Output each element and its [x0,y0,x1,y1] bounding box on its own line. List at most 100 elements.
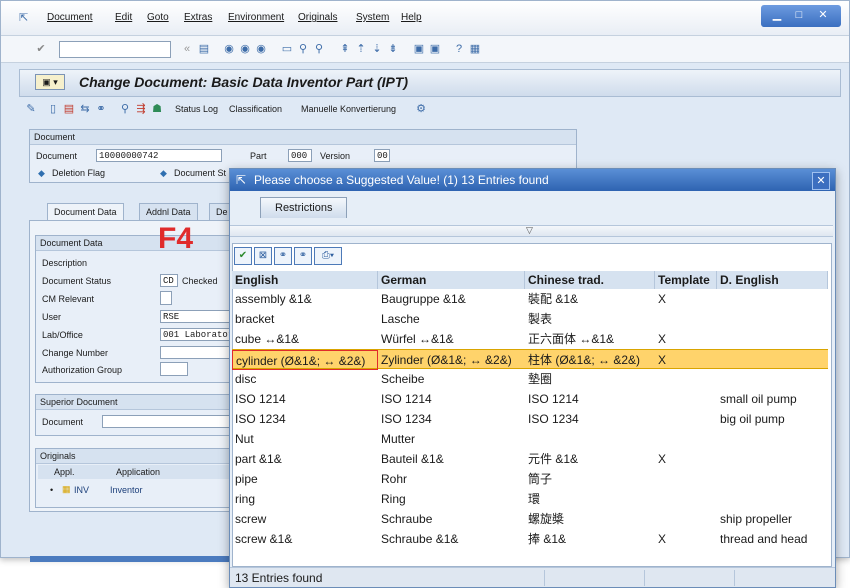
table-row[interactable]: ISO 1234 ISO 1234 ISO 1234 big oil pump [232,409,828,429]
column-header-d-english[interactable]: D. English [717,271,828,289]
cell-english[interactable]: cylinder (Ø&1&; ↔ &2&) [232,350,378,370]
cancel-icon[interactable]: ⊠ [254,247,272,265]
cell-d-english[interactable]: ship propeller [717,509,828,529]
cell-template[interactable] [655,309,717,329]
cell-d-english[interactable] [717,449,828,469]
object-links-icon[interactable]: ⇶ [135,103,147,115]
table-row[interactable]: ISO 1214 ISO 1214 ISO 1214 small oil pump [232,389,828,409]
print-icon[interactable]: ⎙▾ [314,247,342,265]
tab-document-data[interactable]: Document Data [47,203,124,220]
lab-office-field[interactable]: 001 Laboratory [160,328,232,341]
table-row[interactable]: part &1& Bauteil &1& 元件 &1& X [232,449,828,469]
cell-d-english[interactable] [717,309,828,329]
help-icon[interactable]: ? [453,43,465,55]
table-row[interactable]: disc Scheibe 墊圈 [232,369,828,389]
cell-template[interactable]: X [655,350,717,370]
cell-chinese[interactable]: 環 [525,489,655,509]
maximize-icon[interactable]: □ [791,8,807,22]
column-header-english[interactable]: English [232,271,378,289]
table-row[interactable]: ring Ring 環 [232,489,828,509]
column-header-chinese[interactable]: Chinese trad. [525,271,655,289]
cell-chinese[interactable]: 捧 &1& [525,529,655,549]
version-field[interactable]: 00 [374,149,390,162]
cell-d-english[interactable] [717,350,828,370]
menu-goto[interactable]: Goto [147,12,169,23]
menu-document[interactable]: Document [47,12,93,23]
cell-german[interactable]: Zylinder (Ø&1&; ↔ &2&) [378,350,525,370]
appl-value[interactable]: INV [74,485,89,495]
cell-english[interactable]: ISO 1234 [232,409,378,429]
conversion-icon[interactable]: ⚙ [415,103,427,115]
cell-english[interactable]: screw &1& [232,529,378,549]
cell-german[interactable]: Rohr [378,469,525,489]
structure-icon[interactable]: ☗ [151,103,163,115]
first-page-icon[interactable]: ⇞ [339,43,351,55]
cell-chinese[interactable]: 墊圈 [525,369,655,389]
table-row[interactable]: bracket Lasche 製表 [232,309,828,329]
cell-english[interactable]: part &1& [232,449,378,469]
cell-german[interactable]: Schraube &1& [378,529,525,549]
menu-environment[interactable]: Environment [228,12,284,23]
search-icon[interactable]: ⚭ [274,247,292,265]
confirm-icon[interactable]: ✔ [234,247,252,265]
cell-german[interactable]: Schraube [378,509,525,529]
cell-german[interactable]: Mutter [378,429,525,449]
table-row[interactable]: cylinder (Ø&1&; ↔ &2&) Zylinder (Ø&1&; ↔ … [232,349,828,370]
menu-extras[interactable]: Extras [184,12,212,23]
shortcut-icon[interactable]: ▣ [429,43,441,55]
enter-icon[interactable]: ✔ [35,43,47,55]
cell-template[interactable]: X [655,529,717,549]
search-next-icon[interactable]: ⚭ [294,247,312,265]
restrictions-splitter[interactable]: ▽ [230,225,833,237]
part-field[interactable]: 000 [288,149,312,162]
cell-chinese[interactable]: 柱体 (Ø&1&; ↔ &2&) [525,350,655,370]
display-change-icon[interactable]: ✎ [25,103,37,115]
cell-english[interactable]: screw [232,509,378,529]
cell-d-english[interactable]: small oil pump [717,389,828,409]
table-row[interactable]: pipe Rohr 筒子 [232,469,828,489]
cell-template[interactable] [655,489,717,509]
binoculars-icon[interactable]: ⚭ [95,103,107,115]
table-row[interactable]: assembly &1& Baugruppe &1& 裝配 &1& X [232,289,828,309]
cell-template[interactable]: X [655,329,717,349]
cell-german[interactable]: Bauteil &1& [378,449,525,469]
table-row[interactable]: cube ↔&1& Würfel ↔&1& 正六面体 ↔&1& X [232,329,828,349]
authorization-group-field[interactable] [160,362,188,376]
cell-german[interactable]: Lasche [378,309,525,329]
find-icon[interactable]: ⚲ [297,43,309,55]
cm-relevant-checkbox[interactable] [160,291,172,305]
cell-english[interactable]: ring [232,489,378,509]
back-arrows-icon[interactable]: « [181,43,193,55]
document-status-code-field[interactable]: CD [160,274,178,287]
cell-chinese[interactable]: 製表 [525,309,655,329]
cell-template[interactable]: X [655,289,717,309]
menu-system[interactable]: System [356,12,389,23]
cell-german[interactable]: ISO 1234 [378,409,525,429]
cell-english[interactable]: pipe [232,469,378,489]
classification-button[interactable]: Classification [229,104,282,114]
copy-icon[interactable]: ▤ [63,103,75,115]
back-icon[interactable]: ◉ [223,43,235,55]
cell-chinese[interactable]: 元件 &1& [525,449,655,469]
column-header-template[interactable]: Template [655,271,717,289]
change-number-field[interactable] [160,346,232,359]
cell-chinese[interactable]: 螺旋槳 [525,509,655,529]
exit-icon[interactable]: ◉ [239,43,251,55]
tab-addnl-data[interactable]: Addnl Data [139,203,198,220]
last-page-icon[interactable]: ⇟ [387,43,399,55]
cell-chinese[interactable]: ISO 1234 [525,409,655,429]
close-icon[interactable]: ✕ [812,172,830,190]
cell-template[interactable] [655,469,717,489]
menu-originals[interactable]: Originals [298,12,337,23]
cell-d-english[interactable] [717,329,828,349]
next-page-icon[interactable]: ⇣ [371,43,383,55]
application-value[interactable]: Inventor [110,485,143,495]
menu-help[interactable]: Help [401,12,422,23]
command-field[interactable] [59,41,171,58]
cell-chinese[interactable]: ISO 1214 [525,389,655,409]
cell-template[interactable] [655,429,717,449]
minimize-icon[interactable]: ▁ [769,8,785,22]
cell-d-english[interactable]: big oil pump [717,409,828,429]
print-icon[interactable]: ▭ [281,43,293,55]
prev-page-icon[interactable]: ⇡ [355,43,367,55]
